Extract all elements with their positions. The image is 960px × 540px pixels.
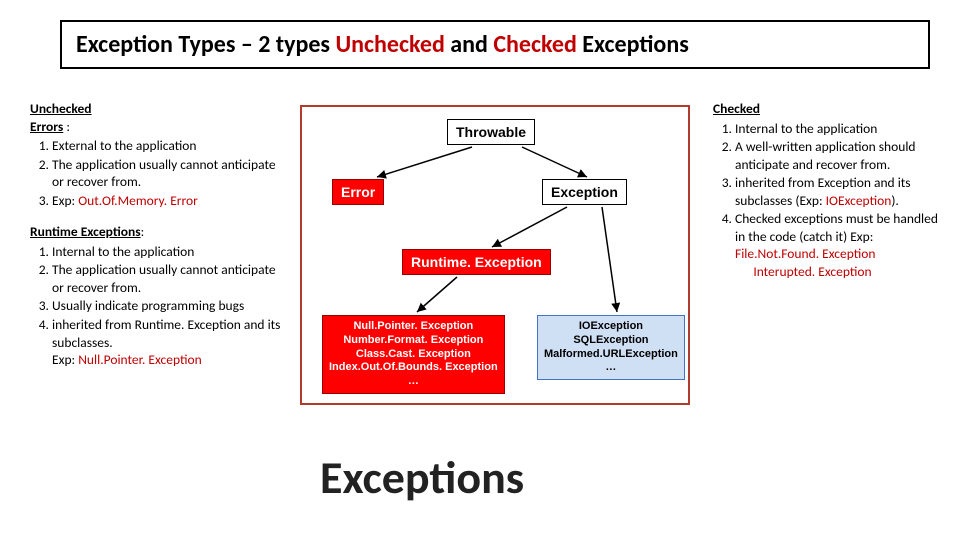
errors-head-line: Errors : <box>30 118 285 136</box>
list-item: Usually indicate programming bugs <box>52 297 285 315</box>
chk-sub-2: SQLException <box>544 334 678 348</box>
node-checked-subclasses: IOException SQLException Malformed.URLEx… <box>537 315 685 380</box>
list-item: Checked exceptions must be handled in th… <box>735 210 938 280</box>
rt-sub-5: … <box>329 375 498 389</box>
i4-pre: Checked exceptions must be handled in th… <box>735 210 938 245</box>
title-hl1: Unchecked <box>335 30 444 59</box>
exp-value: Out.Of.Memory. Error <box>78 192 198 209</box>
right-column: Checked Internal to the application A we… <box>713 100 938 281</box>
runtime-exceptions-block: Runtime Exceptions: Internal to the appl… <box>30 223 285 368</box>
list-item: A well-written application should antici… <box>735 138 938 173</box>
list-item: External to the application <box>52 137 285 155</box>
rt-sub-2: Number.Format. Exception <box>329 334 498 348</box>
rt-head: Runtime Exceptions <box>30 223 141 240</box>
i3-ex: IOException <box>826 192 892 209</box>
chk-sub-3: Malformed.URLException <box>544 348 678 362</box>
errors-list: External to the application The applicat… <box>30 137 285 209</box>
title-post: Exceptions <box>577 30 689 59</box>
rt-sub-3: Class.Cast. Exception <box>329 348 498 362</box>
list-item: Internal to the application <box>735 120 938 138</box>
footer-title: Exceptions <box>320 450 524 506</box>
list-item: Internal to the application <box>52 243 285 261</box>
list-item: The application usually cannot anticipat… <box>52 261 285 296</box>
exp-label: Exp: <box>52 192 78 209</box>
node-exception: Exception <box>542 179 627 205</box>
title-hl2: Checked <box>493 30 577 59</box>
exp-label: Exp: <box>52 351 78 368</box>
left-column: Unchecked Errors : External to the appli… <box>30 100 285 383</box>
list-item: The application usually cannot anticipat… <box>52 156 285 191</box>
rt-sub-4: Index.Out.Of.Bounds. Exception <box>329 361 498 375</box>
node-runtime-subclasses: Null.Pointer. Exception Number.Format. E… <box>322 315 505 394</box>
list-item: inherited from Runtime. Exception and it… <box>52 316 285 369</box>
errors-head: Errors <box>30 118 63 135</box>
page-title: Exception Types – 2 types Unchecked and … <box>76 30 914 59</box>
unchecked-errors-block: Unchecked Errors : External to the appli… <box>30 100 285 209</box>
unchecked-head: Unchecked <box>30 100 285 118</box>
list-item: Exp: Out.Of.Memory. Error <box>52 192 285 210</box>
list-item: inherited from Exception and its subclas… <box>735 174 938 209</box>
checked-head: Checked <box>713 100 938 118</box>
checked-list: Internal to the application A well-writt… <box>713 120 938 281</box>
node-error: Error <box>332 179 384 205</box>
node-throwable: Throwable <box>447 119 535 145</box>
chk-sub-1: IOException <box>544 320 678 334</box>
rt-sub-1: Null.Pointer. Exception <box>329 320 498 334</box>
rt-list: Internal to the application The applicat… <box>30 243 285 369</box>
exp-value: Null.Pointer. Exception <box>78 351 202 368</box>
rt-head-line: Runtime Exceptions: <box>30 223 285 241</box>
node-runtime-exception: Runtime. Exception <box>402 249 551 275</box>
chk-sub-4: … <box>544 361 678 375</box>
rt-colon: : <box>141 223 145 240</box>
rt-i4-pre: inherited from Runtime. Exception and it… <box>52 316 280 351</box>
errors-colon: : <box>63 118 70 135</box>
i3-post: ). <box>891 192 899 209</box>
title-pre: Exception Types – 2 types <box>76 30 335 59</box>
i4-ex1: File.Not.Found. Exception <box>735 245 876 262</box>
title-box: Exception Types – 2 types Unchecked and … <box>60 20 930 69</box>
title-mid: and <box>445 30 493 59</box>
i4-ex2: Interupted. Exception <box>753 263 871 280</box>
diagram-box: Throwable Error Exception Runtime. Excep… <box>300 105 690 405</box>
